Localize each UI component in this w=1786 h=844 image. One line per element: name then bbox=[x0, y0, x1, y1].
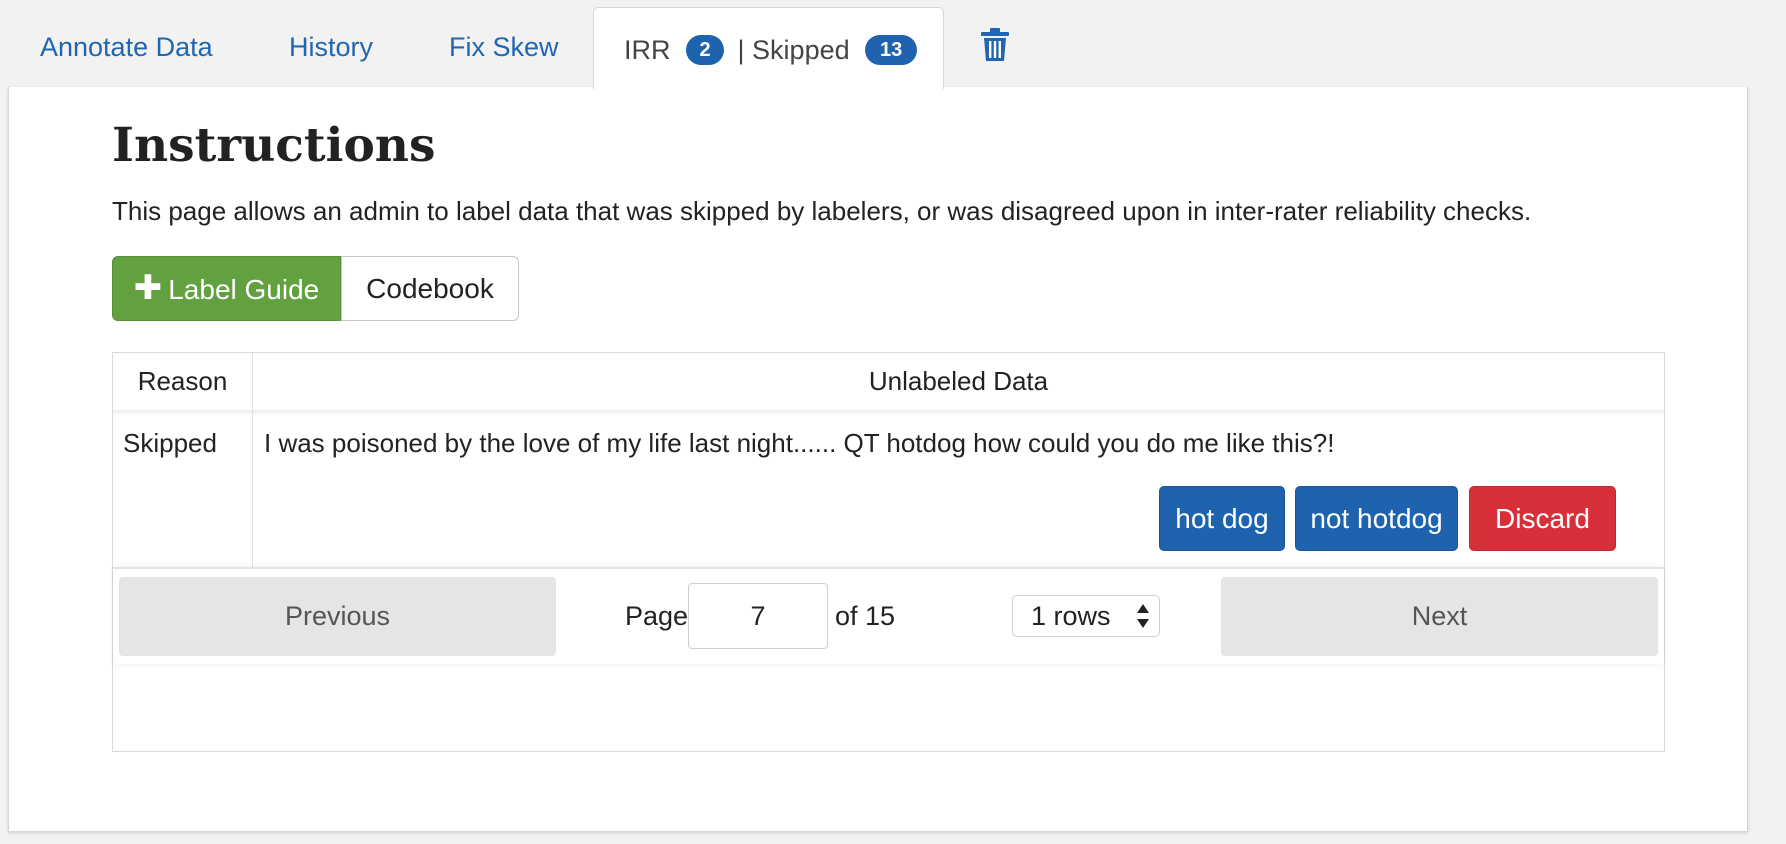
next-button[interactable]: Next bbox=[1221, 577, 1658, 656]
row-reason: Skipped bbox=[113, 410, 253, 567]
pagination: Previous Page of 15 1 rows Next bbox=[113, 567, 1664, 751]
label-guide-button[interactable]: ✚ Label Guide bbox=[112, 256, 341, 321]
pagination-bar: Previous Page of 15 1 rows Next bbox=[113, 567, 1664, 664]
codebook-button[interactable]: Codebook bbox=[341, 256, 519, 321]
rows-per-page-select[interactable]: 1 rows bbox=[1012, 595, 1160, 637]
data-table: Reason Unlabeled Data Skipped I was pois… bbox=[112, 352, 1665, 752]
tab-bar: Annotate Data History Fix Skew IRR 2 | S… bbox=[0, 0, 1786, 89]
label-not-hotdog-button[interactable]: not hotdog bbox=[1295, 486, 1458, 551]
tab-skipped-label: | Skipped bbox=[737, 35, 850, 65]
previous-button[interactable]: Previous bbox=[119, 577, 556, 656]
plus-icon: ✚ bbox=[133, 269, 163, 307]
page-label: Page bbox=[625, 601, 689, 631]
tab-history[interactable]: History bbox=[289, 22, 373, 78]
tab-irr-label: IRR bbox=[624, 35, 671, 65]
page-number-input[interactable] bbox=[688, 583, 828, 649]
discard-button[interactable]: Discard bbox=[1469, 486, 1616, 551]
skipped-count-badge: 13 bbox=[865, 34, 918, 65]
trash-icon[interactable] bbox=[980, 28, 1010, 62]
column-header-reason[interactable]: Reason bbox=[113, 353, 253, 410]
page-title: Instructions bbox=[112, 118, 436, 173]
tab-annotate-data[interactable]: Annotate Data bbox=[40, 22, 213, 78]
rows-per-page-value: 1 rows bbox=[1031, 601, 1111, 631]
select-arrows-icon bbox=[1137, 604, 1149, 628]
tab-fix-skew[interactable]: Fix Skew bbox=[449, 22, 559, 78]
instructions-text: This page allows an admin to label data … bbox=[112, 196, 1532, 226]
tab-irr-skipped[interactable]: IRR 2 | Skipped 13 bbox=[593, 7, 944, 89]
column-header-unlabeled-data[interactable]: Unlabeled Data bbox=[253, 353, 1664, 410]
label-guide-label: Label Guide bbox=[168, 274, 320, 305]
irr-count-badge: 2 bbox=[686, 34, 725, 65]
page-total-label: of 15 bbox=[835, 601, 896, 631]
label-hot-dog-button[interactable]: hot dog bbox=[1159, 486, 1285, 551]
